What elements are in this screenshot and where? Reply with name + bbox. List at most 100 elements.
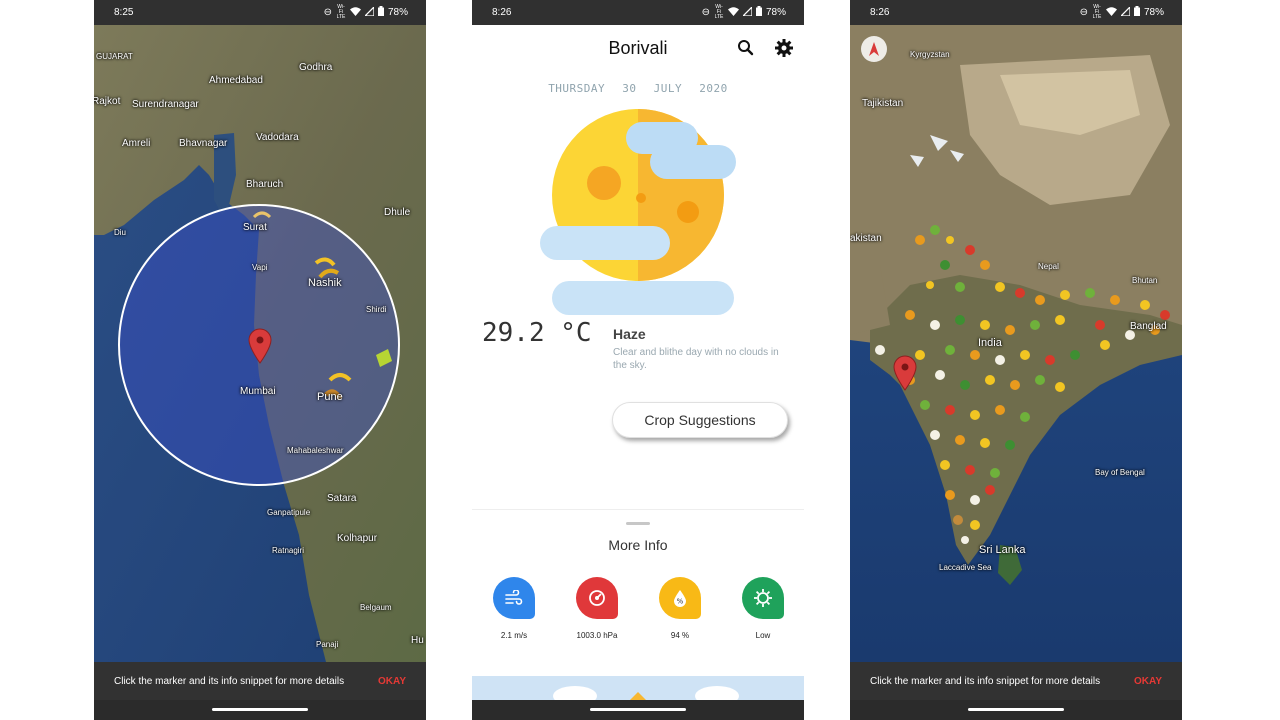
okay-button[interactable]: OKAY	[1134, 676, 1162, 687]
humidity-value: 94 %	[670, 631, 690, 640]
snackbar-message: Click the marker and its info snippet fo…	[870, 675, 1101, 687]
status-bar: 8:25 ⊖ Wi-Fi LTE 78%	[94, 0, 426, 25]
map-label: GUJARAT	[96, 52, 133, 61]
humidity-stat: % 94 %	[645, 577, 715, 640]
more-info-title: More Info	[608, 537, 668, 553]
humidity-icon: %	[659, 577, 701, 619]
wind-speed-value: 2.1 m/s	[500, 631, 528, 640]
map-label: Bhutan	[1132, 276, 1158, 285]
date-display: THURSDAY 30 JULY 2020	[472, 82, 804, 95]
status-bar: 8:26 ⊖ Wi-Fi LTE 78%	[472, 0, 804, 25]
map-label: Pune	[317, 391, 343, 403]
status-icons: ⊖ Wi-Fi LTE 78%	[324, 5, 408, 20]
battery-icon	[1133, 6, 1140, 19]
navigation-bar	[94, 700, 426, 720]
signal-icon	[741, 4, 753, 19]
weather-description: Clear and blithe day with no clouds in t…	[613, 347, 779, 371]
bottom-decoration	[472, 676, 804, 700]
battery-percent: 78%	[765, 7, 786, 18]
map-label: Kolhapur	[337, 533, 378, 544]
map-label: Ratnagiri	[272, 546, 305, 555]
map-label: Satara	[327, 493, 357, 504]
map-label: Amreli	[122, 138, 151, 149]
map-label: Belgaum	[360, 603, 392, 612]
map-label: Nepal	[1038, 262, 1059, 271]
map-label: Bay of Bengal	[1095, 468, 1145, 477]
status-icons: ⊖ Wi-Fi LTE 78%	[702, 5, 786, 20]
search-icon[interactable]	[735, 37, 757, 59]
signal-icon	[363, 4, 375, 19]
dnd-icon: ⊖	[323, 6, 332, 18]
status-time: 8:26	[492, 7, 512, 18]
home-gesture-bar[interactable]	[212, 708, 308, 711]
map-label: Hu	[411, 635, 424, 646]
map-label: Panaji	[316, 640, 339, 649]
pressure-value: 1003.0 hPa	[576, 631, 618, 640]
navigation-bar	[850, 700, 1182, 720]
status-icons: ⊖ Wi-Fi LTE 78%	[1080, 5, 1164, 20]
map-label: Mahabaleshwar	[287, 446, 344, 455]
map-label: Mumbai	[240, 386, 276, 397]
map-label: Vapi	[252, 263, 268, 272]
map-label: Vadodara	[256, 132, 299, 143]
wifi-icon	[349, 6, 361, 19]
status-time: 8:26	[870, 7, 890, 18]
map-label: Surat	[243, 222, 267, 233]
temperature-value: 29.2 °C	[482, 318, 592, 348]
battery-icon	[755, 6, 762, 19]
divider	[472, 509, 804, 510]
wifi-icon	[727, 6, 739, 19]
pressure-icon	[576, 577, 618, 619]
crop-suggestions-button[interactable]: Crop Suggestions	[612, 402, 788, 438]
compass-icon[interactable]	[861, 36, 887, 62]
okay-button[interactable]: OKAY	[378, 676, 406, 687]
navigation-bar	[472, 700, 804, 720]
map-label: Sri Lanka	[979, 544, 1026, 556]
battery-percent: 78%	[1143, 7, 1164, 18]
dnd-icon: ⊖	[1079, 6, 1088, 18]
gear-icon[interactable]	[773, 37, 795, 59]
date-month: JULY	[653, 82, 683, 95]
map-label: Rajkot	[94, 96, 121, 107]
wind-icon	[493, 577, 535, 619]
map-label: Bharuch	[246, 179, 284, 190]
status-bar: 8:26 ⊖ Wi-Fi LTE 78%	[850, 0, 1182, 25]
phone-screen-crop-map: 8:26 ⊖ Wi-Fi LTE 78% Kyrgyzstan Tajikist…	[850, 0, 1182, 720]
battery-percent: 78%	[387, 7, 408, 18]
date-year: 2020	[699, 82, 728, 95]
map-label: Ahmedabad	[209, 75, 263, 86]
network-type-label: Wi-Fi LTE	[1092, 4, 1102, 20]
haze-weather-illustration	[538, 95, 738, 320]
snackbar: Click the marker and its info snippet fo…	[94, 662, 426, 700]
home-gesture-bar[interactable]	[590, 708, 686, 711]
uv-value: Low	[755, 631, 771, 640]
satellite-map[interactable]: GUJARAT Ahmedabad Godhra Rajkot Surendra…	[94, 25, 426, 662]
home-gesture-bar[interactable]	[968, 708, 1064, 711]
map-label: Banglad	[1130, 321, 1167, 332]
svg-text:%: %	[677, 598, 684, 606]
map-label: Dhule	[384, 207, 411, 218]
map-label: akistan	[850, 233, 882, 244]
date-weekday: THURSDAY	[548, 82, 606, 95]
map-label: Laccadive Sea	[939, 563, 992, 572]
weather-condition: Haze	[613, 326, 646, 342]
uv-stat: Low	[728, 577, 798, 640]
map-label: Shirdi	[366, 305, 387, 314]
map-label: Diu	[114, 228, 127, 237]
map-label: Bhavnagar	[179, 138, 228, 149]
location-pin-icon[interactable]	[893, 355, 917, 391]
satellite-map[interactable]: Kyrgyzstan Tajikistan akistan Nepal Bhut…	[850, 25, 1182, 662]
date-day: 30	[622, 82, 637, 95]
map-label: Kyrgyzstan	[910, 50, 950, 59]
bottom-sheet-handle[interactable]	[626, 522, 650, 525]
uv-icon	[742, 577, 784, 619]
map-label: Tajikistan	[862, 98, 904, 109]
dnd-icon: ⊖	[701, 6, 710, 18]
map-label: Ganpatipule	[267, 508, 311, 517]
map-label: Godhra	[299, 62, 333, 73]
map-label: India	[978, 337, 1002, 349]
location-pin-icon[interactable]	[248, 328, 272, 364]
network-type-label: Wi-Fi LTE	[714, 4, 724, 20]
map-label: Surendranagar	[132, 99, 199, 110]
battery-icon	[377, 6, 384, 19]
